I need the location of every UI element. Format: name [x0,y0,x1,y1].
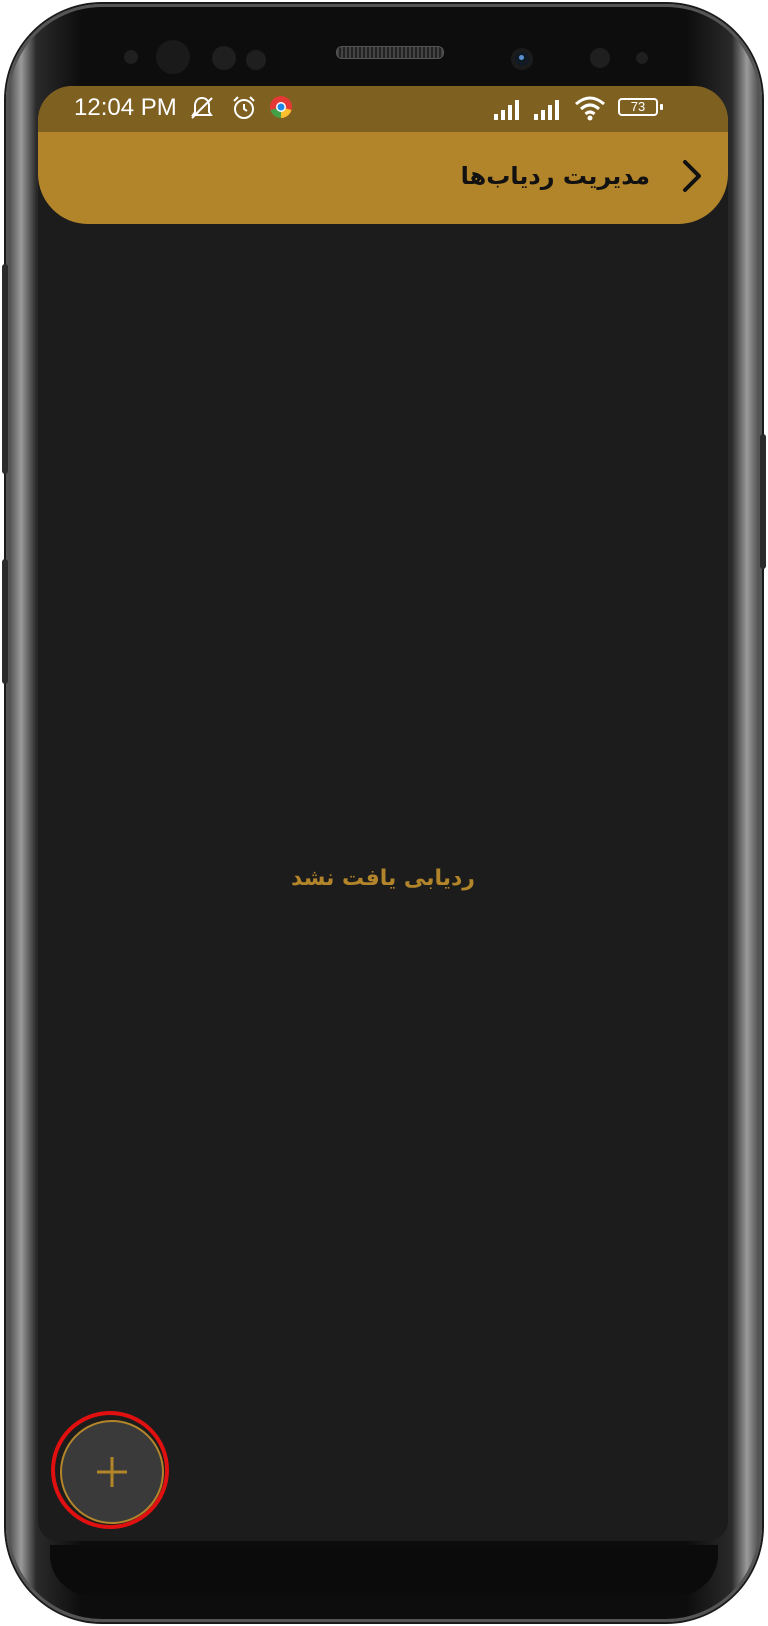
power-button [760,434,766,569]
app-screen: 12:04 PM [38,86,728,1541]
sensor-icon [246,50,266,70]
chrome-icon [270,96,292,118]
page-title: مدیریت ردیاب‌ها [460,162,650,190]
status-bar: 12:04 PM 73 [38,86,728,132]
sensor-icon [124,50,138,64]
battery-icon: 73 [618,98,658,116]
front-camera-icon [511,48,533,70]
bottom-bezel [50,1545,718,1595]
battery-level: 73 [630,99,646,114]
notifications-muted-icon [191,96,213,119]
empty-state-message: ردیابی یافت نشد [291,866,475,891]
signal-icon [534,100,559,120]
status-time: 12:04 PM [74,94,177,121]
battery-tip [660,104,663,110]
sensor-icon [212,46,236,70]
signal-icon [494,100,519,120]
sensor-icon [156,40,190,74]
bixby-button [2,559,8,684]
sensor-icon [636,52,648,64]
top-bezel [6,4,762,94]
add-tracker-button[interactable] [60,1420,164,1524]
app-bar: 12:04 PM [38,86,728,224]
back-button[interactable] [666,150,718,202]
wifi-icon [575,96,605,121]
sensor-icon [590,48,610,68]
chevron-right-icon [683,160,701,192]
plus-icon [97,1457,127,1487]
earpiece-speaker [336,46,444,59]
volume-button [2,264,8,474]
alarm-icon [233,96,255,119]
